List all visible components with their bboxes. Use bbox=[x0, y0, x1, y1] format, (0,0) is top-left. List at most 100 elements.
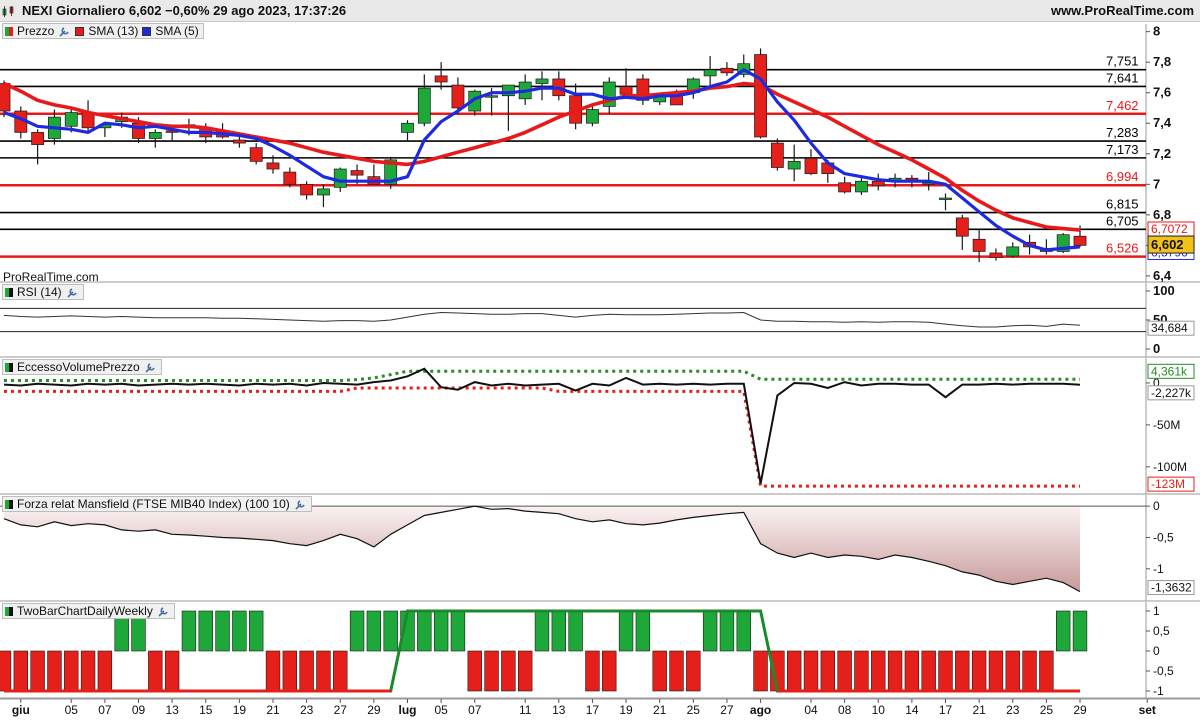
time-tick-label: 19 bbox=[233, 703, 247, 717]
twobar-bar-up bbox=[366, 610, 382, 652]
time-tick-label: 05 bbox=[434, 703, 448, 717]
wrench-icon[interactable] bbox=[66, 286, 79, 299]
candle-body bbox=[535, 78, 549, 84]
instrument-title: NEXI Giornaliero 6,602 −0,60% 29 ago 202… bbox=[22, 3, 347, 18]
mansfield-legend[interactable]: Forza relat Mansfield (FTSE MIB40 Index)… bbox=[2, 496, 312, 512]
twobar-bar-up bbox=[198, 610, 213, 652]
twobar-bar-up bbox=[551, 610, 567, 652]
level-label-7,751: 7,751 bbox=[1106, 54, 1139, 69]
time-tick-label: lug bbox=[399, 703, 417, 717]
time-tick-label: 27 bbox=[334, 703, 348, 717]
twobar-bar-down bbox=[803, 650, 819, 692]
twobar-bar-down bbox=[837, 650, 852, 692]
twobar-bar-down bbox=[904, 650, 920, 692]
volume-legend-label: EccessoVolumePrezzo bbox=[17, 360, 140, 374]
time-tick-label: 07 bbox=[98, 703, 112, 717]
volume-axis-tick-label: -50M bbox=[1153, 418, 1180, 432]
chart-canvas[interactable]: 7,7517,6417,4627,2837,1736,9946,8156,705… bbox=[0, 0, 1200, 720]
level-label-6,526: 6,526 bbox=[1106, 241, 1139, 256]
price-last-badge: 6,602 bbox=[1151, 237, 1184, 252]
price-axis-tick-label: 8 bbox=[1153, 24, 1160, 39]
mansfield-indicator-icon bbox=[5, 499, 13, 509]
twobar-bar-up bbox=[1055, 610, 1071, 652]
price-axis-tick-label: 7 bbox=[1153, 176, 1160, 191]
twobar-bar-up bbox=[215, 610, 230, 652]
twobar-bar-up bbox=[702, 610, 718, 652]
site-url[interactable]: www.ProRealTime.com bbox=[1051, 3, 1194, 18]
twobar-bar-down bbox=[686, 650, 701, 692]
twobar-bar-up bbox=[450, 610, 466, 652]
twobar-bar-down bbox=[955, 650, 970, 692]
candle-body bbox=[64, 112, 78, 127]
twobar-legend[interactable]: TwoBarChartDailyWeekly bbox=[2, 603, 175, 619]
price-axis-tick-label: 7,4 bbox=[1153, 115, 1172, 130]
volume-axis-tick-label: -100M bbox=[1153, 460, 1187, 474]
wrench-icon[interactable] bbox=[144, 361, 157, 374]
candle-body bbox=[451, 84, 465, 109]
twobar-bar-down bbox=[1039, 650, 1054, 692]
wrench-icon[interactable] bbox=[294, 498, 307, 511]
mansfield-axis-tick-label: -1 bbox=[1153, 562, 1164, 576]
twobar-bar-down bbox=[316, 650, 331, 692]
time-tick-label: 05 bbox=[65, 703, 79, 717]
twobar-bar-down bbox=[887, 650, 903, 692]
level-label-6,994: 6,994 bbox=[1106, 169, 1139, 184]
wrench-icon[interactable] bbox=[157, 605, 170, 618]
sma13-line bbox=[3, 81, 1081, 232]
price-axis-tick-label: 7,6 bbox=[1153, 85, 1171, 100]
twobar-bar-down bbox=[501, 650, 516, 692]
twobar-bar-down bbox=[47, 650, 62, 692]
time-tick-label: 27 bbox=[720, 703, 734, 717]
rsi-legend[interactable]: RSI (14) bbox=[2, 284, 84, 300]
twobar-bar-up bbox=[383, 610, 398, 652]
rsi-indicator-icon bbox=[5, 287, 13, 297]
candle-body bbox=[871, 180, 885, 187]
level-label-6,705: 6,705 bbox=[1106, 213, 1139, 228]
candle-body bbox=[770, 142, 784, 168]
twobar-bar-up bbox=[349, 610, 365, 652]
mansfield-last-badge: -1,3632 bbox=[1151, 581, 1192, 595]
volume-legend[interactable]: EccessoVolumePrezzo bbox=[2, 359, 162, 375]
time-tick-label: 17 bbox=[586, 703, 600, 717]
candle-body bbox=[804, 157, 818, 174]
wrench-icon[interactable] bbox=[58, 25, 71, 38]
sma13-last-badge: 6,7072 bbox=[1151, 222, 1188, 236]
twobar-bar-up bbox=[1072, 610, 1088, 652]
time-tick-label: 15 bbox=[199, 703, 213, 717]
twobar-bar-down bbox=[265, 650, 281, 692]
twobar-bar-down bbox=[97, 650, 113, 692]
twobar-indicator-icon bbox=[5, 606, 13, 616]
twobar-bar-down bbox=[585, 650, 600, 692]
twobar-bar-down bbox=[333, 650, 348, 692]
level-label-7,173: 7,173 bbox=[1106, 142, 1139, 157]
volume-excess-line bbox=[3, 367, 1081, 484]
candle-body bbox=[955, 217, 969, 237]
price-axis-tick-label: 6,4 bbox=[1153, 268, 1172, 283]
twobar-bar-down bbox=[871, 650, 886, 692]
time-tick-label: giu bbox=[12, 703, 30, 717]
twobar-bar-up bbox=[417, 610, 432, 652]
time-tick-label: 09 bbox=[132, 703, 146, 717]
time-tick-label: 29 bbox=[1073, 703, 1087, 717]
candlestick-icon bbox=[2, 6, 14, 17]
volume-last-badge: -2,227k bbox=[1151, 386, 1192, 400]
level-label-7,283: 7,283 bbox=[1106, 125, 1139, 140]
candle-body bbox=[232, 139, 246, 144]
volume-indicator-icon bbox=[5, 362, 13, 372]
twobar-bar-up bbox=[736, 610, 751, 652]
price-legend[interactable]: Prezzo SMA (13) SMA (5) bbox=[2, 23, 204, 39]
level-label-7,641: 7,641 bbox=[1106, 70, 1139, 85]
candle-body bbox=[855, 180, 868, 193]
candle-body bbox=[249, 147, 263, 162]
sma13-swatch bbox=[75, 26, 85, 36]
sma5-legend-label: SMA (5) bbox=[155, 24, 199, 38]
twobar-bar-down bbox=[299, 650, 314, 692]
time-tick-label: 21 bbox=[266, 703, 280, 717]
twobar-axis-tick-label: 1 bbox=[1153, 604, 1160, 618]
twobar-bar-up bbox=[232, 610, 247, 652]
time-tick-label: 14 bbox=[905, 703, 919, 717]
time-tick-label: 23 bbox=[300, 703, 314, 717]
time-tick-label: 04 bbox=[804, 703, 818, 717]
twobar-axis-tick-label: 0 bbox=[1153, 644, 1160, 658]
time-tick-label: 25 bbox=[1040, 703, 1054, 717]
